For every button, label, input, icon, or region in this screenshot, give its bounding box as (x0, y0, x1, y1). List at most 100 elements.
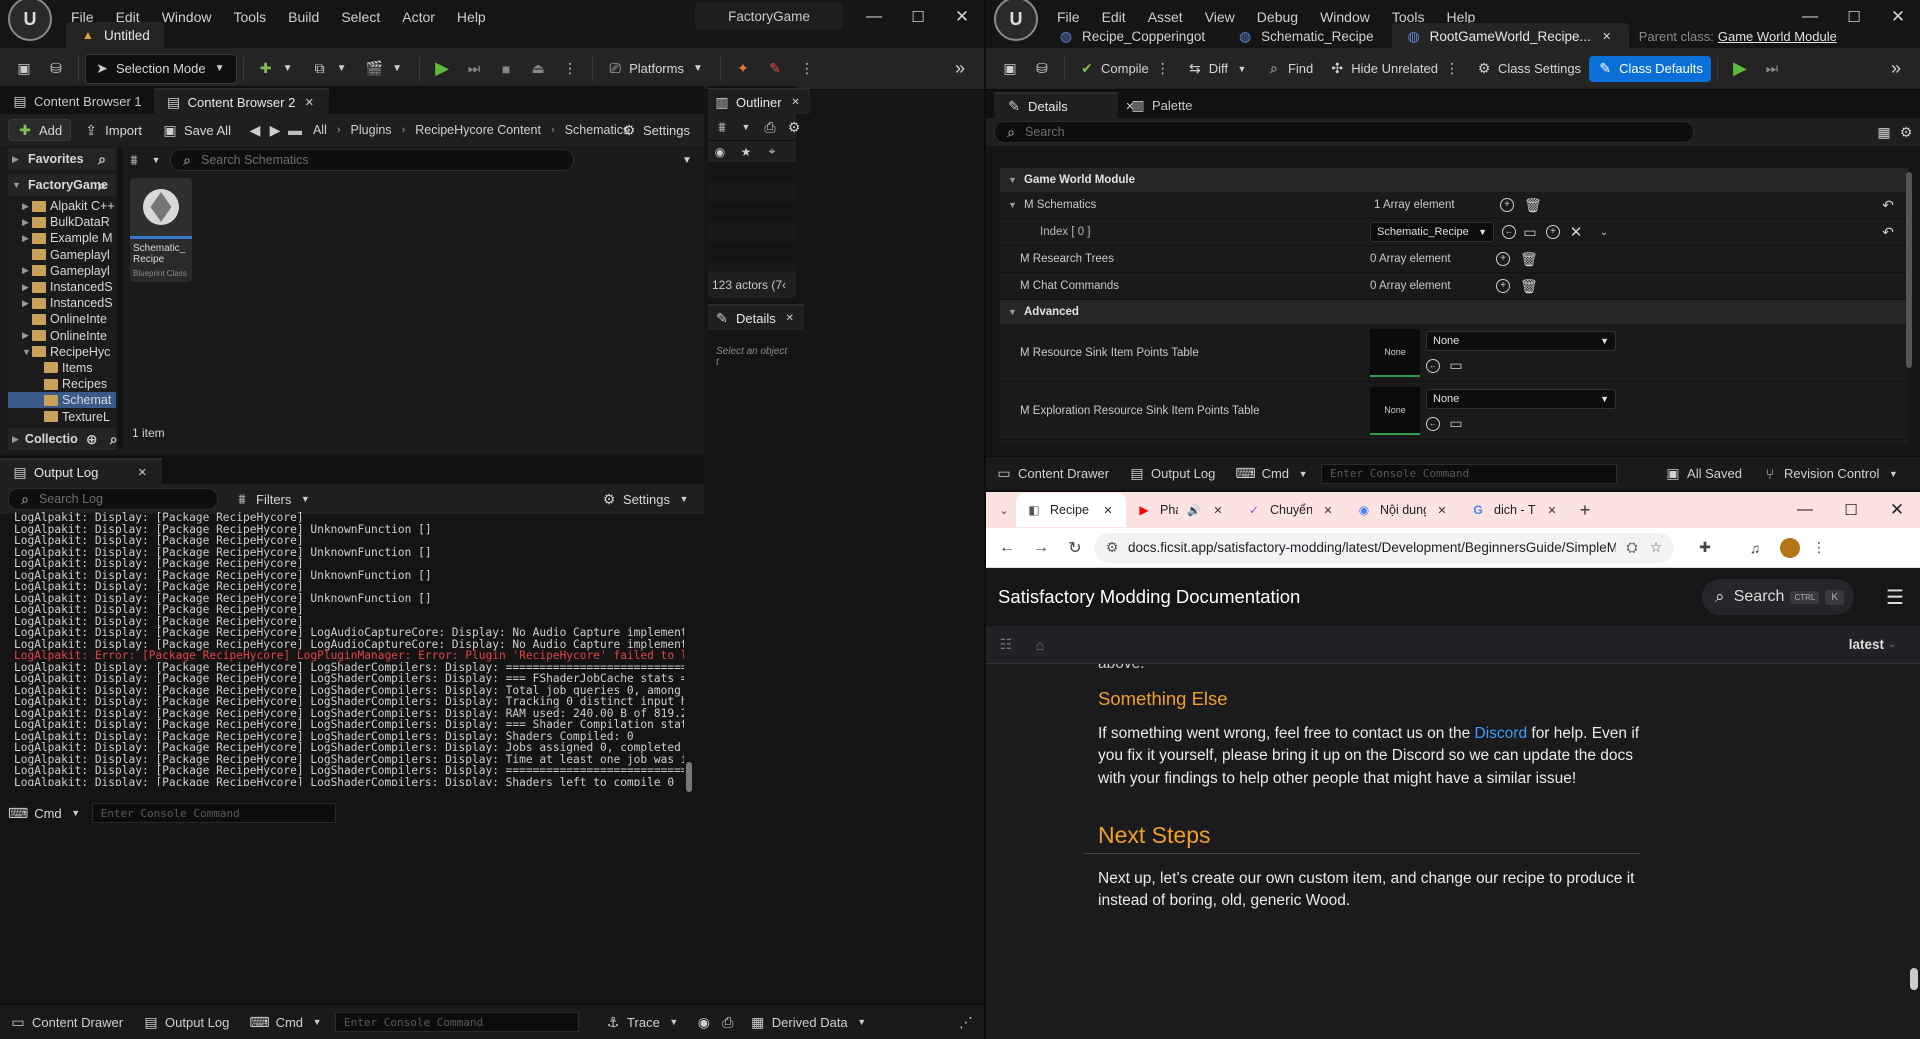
reset-icon[interactable]: ↶ (1880, 197, 1896, 214)
diff-button[interactable]: ⇆ Diff ▼ (1179, 54, 1258, 84)
insert-icon[interactable]: + (1546, 225, 1560, 239)
expand-toolbar-icon[interactable]: » (1880, 54, 1912, 84)
more-options-icon[interactable]: ⋮ (791, 54, 823, 84)
trash-icon[interactable]: 🗑 (1524, 197, 1542, 214)
breadcrumb-item[interactable]: All (313, 123, 327, 137)
save-all-button[interactable]: ▣ Save All (154, 115, 239, 145)
eject-button[interactable]: ⏏ (522, 54, 554, 84)
favorites-header[interactable]: ▶ Favorites ⌕ (8, 148, 116, 170)
platforms-button[interactable]: ⎚ Platforms ▼ (599, 54, 714, 84)
trash-icon[interactable]: 🗑 (1520, 251, 1538, 268)
browse-icon[interactable]: ▭ (1448, 415, 1464, 432)
log-scrollbar[interactable] (686, 762, 692, 792)
folder-tree-item[interactable]: TextureL (8, 408, 116, 424)
version-selector[interactable]: latest (1849, 637, 1884, 652)
reload-icon[interactable]: ↻ (1060, 538, 1090, 558)
tab-recipe-copperingot[interactable]: ◍ Recipe_Copperingot (1044, 23, 1219, 49)
play-button[interactable]: ▶ (1724, 54, 1756, 84)
content-drawer-button[interactable]: ▭ Content Drawer (0, 1014, 133, 1031)
avatar[interactable] (1780, 537, 1800, 558)
toc-icon[interactable]: ☷ (998, 636, 1014, 653)
browse-icon[interactable]: ⛁ (1026, 54, 1058, 84)
collections-header[interactable]: ▶ Collectio ⊕ ⌕ (8, 428, 118, 450)
use-selected-icon[interactable]: ← (1426, 416, 1440, 431)
console-input[interactable]: Enter Console Command (1321, 463, 1618, 484)
play-options-icon[interactable]: ⋮ (554, 54, 586, 84)
home-icon[interactable]: ⌂ (1032, 637, 1048, 653)
log-settings-button[interactable]: ⚙ Settings ▼ (593, 484, 700, 514)
derived-data-button[interactable]: ▦ Derived Data ▼ (740, 1014, 880, 1031)
import-button[interactable]: ⇪ Import (75, 115, 150, 145)
browser-tab[interactable]: ◧ Recipe vs Sc ✕ (1016, 493, 1126, 527)
minimize-icon[interactable]: — (852, 8, 896, 26)
filters-button[interactable]: ⩩ Filters ▼ (226, 484, 321, 514)
forward-icon[interactable]: → (1026, 539, 1056, 557)
tab-content-browser-1[interactable]: ▤ Content Browser 1 (0, 88, 154, 114)
folder-tree-item[interactable]: ▶ InstancedS (8, 279, 116, 295)
save-icon[interactable]: ▣ (994, 54, 1026, 84)
search-log-input[interactable]: ⌕ Search Log (8, 488, 218, 510)
folder-tree-item[interactable]: ▶ Example M (8, 230, 116, 246)
root-header[interactable]: ▼ FactoryGame ⌕ (8, 174, 116, 196)
close-tab-icon[interactable]: ✕ (1434, 504, 1450, 517)
site-title[interactable]: Satisfactory Modding Documentation (998, 586, 1300, 608)
selection-mode-button[interactable]: ➤ Selection Mode ▼ (85, 53, 237, 84)
filter-icon[interactable]: ⩩ (714, 119, 730, 136)
close-tab-icon[interactable]: ✕ (1320, 504, 1336, 517)
filter-icon[interactable]: ⩩ (126, 152, 142, 169)
tab-details[interactable]: ✎ Details ✕ (708, 304, 804, 330)
close-tab-icon[interactable]: ✕ (1100, 504, 1116, 517)
chevron-down-icon[interactable]: ⌄ (1884, 639, 1900, 650)
clear-icon[interactable]: ✕ (1568, 223, 1584, 241)
trash-icon[interactable]: 🗑 (1520, 278, 1538, 295)
all-saved-button[interactable]: ▣ All Saved (1655, 465, 1752, 482)
page-scrollbar[interactable] (1910, 968, 1918, 990)
eye-icon[interactable]: ◉ (712, 145, 728, 159)
url-bar[interactable]: ⚙ docs.ficsit.app/satisfactory-modding/l… (1094, 532, 1674, 563)
translate-icon[interactable]: ⛭ (1624, 539, 1640, 556)
tab-content-browser-2[interactable]: ▤ Content Browser 2 ✕ (153, 88, 330, 114)
schematic-picker[interactable]: Schematic_Recipe ▼ (1370, 222, 1494, 242)
console-input[interactable]: Enter Console Command (91, 803, 336, 823)
cmd-dropdown[interactable]: ⌨ Cmd ▼ (8, 798, 84, 828)
new-tab-icon[interactable]: + (1570, 500, 1600, 521)
screenshot-icon[interactable]: ⎙ (720, 1014, 736, 1031)
exploration-sink-picker[interactable]: None ▼ (1426, 389, 1616, 409)
details-search-input[interactable]: ⌕ Search (994, 121, 1694, 143)
close-icon[interactable]: ✕ (940, 7, 984, 27)
star-icon[interactable]: ★ (738, 145, 754, 159)
hide-unrelated-button[interactable]: ✣ Hide Unrelated ⋮ (1321, 54, 1468, 84)
play-button[interactable]: ▶ (426, 54, 458, 84)
speaker-icon[interactable]: 🔊 (1186, 504, 1202, 517)
cmd-dropdown[interactable]: ⌨ Cmd ▼ (239, 1014, 335, 1031)
table-view-icon[interactable]: ▦ (1876, 124, 1892, 141)
breadcrumb-item[interactable]: Plugins (351, 123, 392, 137)
folder-tree-item[interactable]: OnlineInte (8, 311, 116, 327)
media-icon[interactable]: ♫ (1740, 540, 1770, 556)
menu-icon[interactable]: ⋮ (1804, 539, 1834, 556)
tab-search-icon[interactable]: ⌄ (992, 504, 1016, 517)
tab-details[interactable]: ✎ Details ✕ (994, 92, 1135, 118)
folder-tree-item[interactable]: ▶ Gameplayl (8, 263, 116, 279)
search-schematics-input[interactable]: ⌕ Search Schematics ▼ (170, 149, 692, 171)
browser-tab[interactable]: Gdich - Tìm t ✕ (1460, 493, 1570, 527)
browse-icon[interactable]: ▭ (1448, 357, 1464, 374)
settings-button[interactable]: ⚙ Settings (613, 115, 698, 145)
use-selected-icon[interactable]: ← (1426, 358, 1440, 373)
find-button[interactable]: ⌕ Find (1258, 54, 1321, 84)
add-element-icon[interactable]: + (1496, 252, 1510, 266)
reset-icon[interactable]: ↶ (1880, 224, 1896, 241)
extensions-icon[interactable]: ✚ (1690, 539, 1720, 556)
browse-icon[interactable]: ▭ (1522, 224, 1538, 241)
close-icon[interactable]: ✕ (1874, 500, 1920, 520)
star-icon[interactable]: ☆ (1648, 539, 1664, 556)
record-icon[interactable]: ◉ (696, 1014, 712, 1031)
menu-tools[interactable]: Tools (222, 9, 277, 25)
folder-tree-item[interactable]: Gameplayl (8, 247, 116, 263)
gear-icon[interactable]: ⚙ (1898, 124, 1914, 141)
cinematics-button[interactable]: 🎬 ▼ (358, 54, 413, 84)
folder-tree-item[interactable]: Schemat (8, 392, 116, 409)
asset-tile[interactable]: Schematic_Recipe Blueprint Class (130, 178, 192, 282)
step-button[interactable]: ⏭ (458, 54, 490, 84)
site-search-button[interactable]: ⌕ Search CTRL K (1701, 579, 1854, 615)
